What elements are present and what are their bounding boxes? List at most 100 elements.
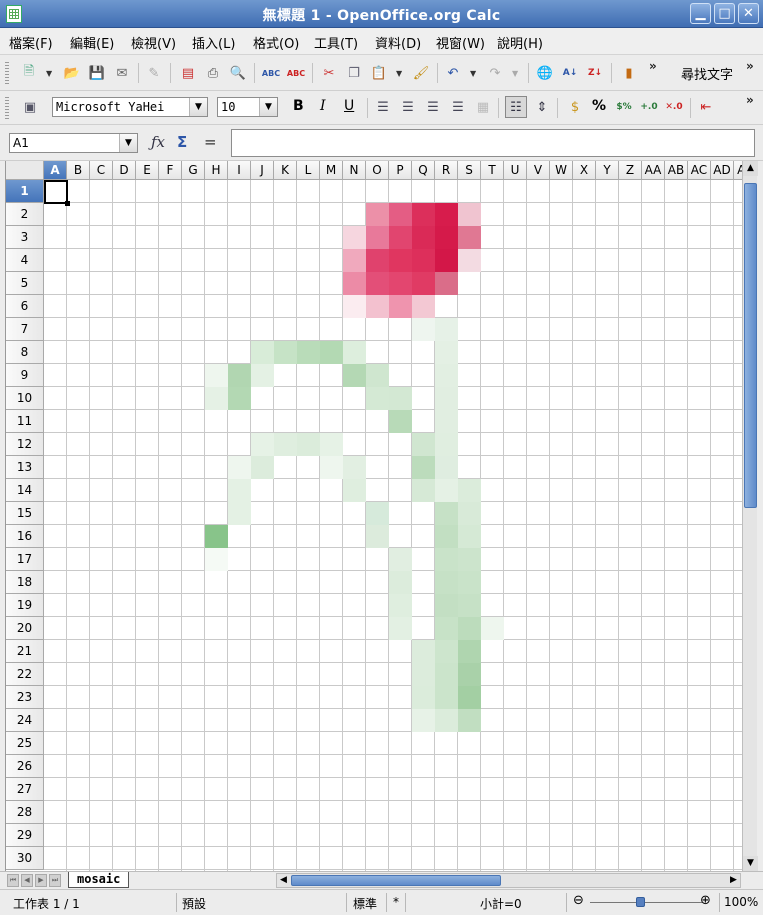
filled-cell-R19[interactable] — [435, 594, 458, 617]
filled-cell-R20[interactable] — [435, 617, 458, 640]
filled-cell-R17[interactable] — [435, 548, 458, 571]
filled-cell-S21[interactable] — [458, 640, 481, 663]
row-header-9[interactable]: 9 — [6, 364, 44, 387]
filled-cell-H16[interactable] — [205, 525, 228, 548]
filled-cell-P5[interactable] — [389, 272, 412, 295]
row-header-10[interactable]: 10 — [6, 387, 44, 410]
row-header-22[interactable]: 22 — [6, 663, 44, 686]
wrap-text-icon[interactable]: ☷ — [505, 96, 527, 118]
open-folder-icon[interactable]: 📂 — [63, 64, 81, 82]
add-decimal-icon[interactable]: +.0 — [640, 98, 658, 116]
scroll-left-icon[interactable]: ◀ — [277, 874, 290, 887]
filled-cell-P11[interactable] — [389, 410, 412, 433]
standard-number-icon[interactable]: $% — [615, 98, 633, 116]
filled-cell-R5[interactable] — [435, 272, 458, 295]
next-sheet-icon[interactable]: ▶ — [35, 874, 47, 887]
filled-cell-R15[interactable] — [435, 502, 458, 525]
row-header-19[interactable]: 19 — [6, 594, 44, 617]
close-button[interactable]: ✕ — [738, 3, 759, 24]
hyperlink-icon[interactable]: 🌐 — [536, 64, 554, 82]
filled-cell-P2[interactable] — [389, 203, 412, 226]
filled-cell-R9[interactable] — [435, 364, 458, 387]
scroll-right-icon[interactable]: ▶ — [727, 874, 740, 887]
column-header-Y[interactable]: Y — [596, 161, 619, 180]
column-header-W[interactable]: W — [550, 161, 573, 180]
filled-cell-N3[interactable] — [343, 226, 366, 249]
row-header-14[interactable]: 14 — [6, 479, 44, 502]
filled-cell-O16[interactable] — [366, 525, 389, 548]
chevron-down-icon[interactable]: ▼ — [189, 98, 207, 116]
filled-cell-R14[interactable] — [435, 479, 458, 502]
filled-cell-T20[interactable] — [481, 617, 504, 640]
row-header-11[interactable]: 11 — [6, 410, 44, 433]
filled-cell-S3[interactable] — [458, 226, 481, 249]
filled-cell-J12[interactable] — [251, 433, 274, 456]
row-header-6[interactable]: 6 — [6, 295, 44, 318]
column-header-K[interactable]: K — [274, 161, 297, 180]
align-left-icon[interactable]: ☰ — [374, 98, 392, 116]
row-header-28[interactable]: 28 — [6, 801, 44, 824]
scroll-down-icon[interactable]: ▼ — [743, 856, 758, 871]
menu-window[interactable]: 視窗(W) — [436, 33, 485, 52]
autospellcheck-icon[interactable]: ABC — [287, 64, 305, 82]
export-pdf-icon[interactable]: ▤ — [179, 64, 197, 82]
column-header-G[interactable]: G — [182, 161, 205, 180]
row-header-27[interactable]: 27 — [6, 778, 44, 801]
filled-cell-P3[interactable] — [389, 226, 412, 249]
row-header-4[interactable]: 4 — [6, 249, 44, 272]
vertical-scrollbar[interactable]: ▲ ▼ — [742, 161, 758, 871]
zoom-level[interactable]: 100% — [724, 895, 758, 909]
name-box[interactable]: A1 ▼ — [9, 133, 138, 153]
row-header-25[interactable]: 25 — [6, 732, 44, 755]
filled-cell-R4[interactable] — [435, 249, 458, 272]
sheet-tab-mosaic[interactable]: mosaic — [68, 872, 130, 888]
filled-cell-M8[interactable] — [320, 341, 343, 364]
currency-format-icon[interactable]: $ — [566, 98, 584, 116]
row-header-1[interactable]: 1 — [6, 180, 44, 203]
filled-cell-Q24[interactable] — [412, 709, 435, 732]
print-icon[interactable]: ⎙ — [204, 64, 222, 82]
clone-formatting-icon[interactable]: 🖌 — [412, 64, 430, 82]
decrease-indent-icon[interactable]: ⇤ — [697, 98, 715, 116]
filled-cell-I15[interactable] — [228, 502, 251, 525]
filled-cell-O4[interactable] — [366, 249, 389, 272]
filled-cell-J9[interactable] — [251, 364, 274, 387]
find-toolbar-overflow-icon[interactable]: » — [746, 59, 754, 73]
redo-icon[interactable]: ↷ — [486, 64, 504, 82]
column-header-R[interactable]: R — [435, 161, 458, 180]
column-header-AB[interactable]: AB — [665, 161, 688, 180]
horizontal-scrollbar[interactable]: ◀ ▶ — [276, 873, 741, 888]
filled-cell-Q22[interactable] — [412, 663, 435, 686]
row-header-30[interactable]: 30 — [6, 847, 44, 870]
sum-button[interactable]: Σ — [177, 133, 187, 151]
filled-cell-R11[interactable] — [435, 410, 458, 433]
filled-cell-Q23[interactable] — [412, 686, 435, 709]
filled-cell-R10[interactable] — [435, 387, 458, 410]
filled-cell-I10[interactable] — [228, 387, 251, 410]
filled-cell-Q21[interactable] — [412, 640, 435, 663]
filled-cell-P17[interactable] — [389, 548, 412, 571]
row-header-24[interactable]: 24 — [6, 709, 44, 732]
column-header-A[interactable]: A — [44, 161, 67, 180]
filled-cell-S17[interactable] — [458, 548, 481, 571]
filled-cell-Q2[interactable] — [412, 203, 435, 226]
column-header-L[interactable]: L — [297, 161, 320, 180]
filled-cell-R2[interactable] — [435, 203, 458, 226]
filled-cell-N5[interactable] — [343, 272, 366, 295]
horizontal-scroll-thumb[interactable] — [291, 875, 501, 886]
column-header-U[interactable]: U — [504, 161, 527, 180]
cut-icon[interactable]: ✂ — [320, 64, 338, 82]
filled-cell-N4[interactable] — [343, 249, 366, 272]
scroll-up-icon[interactable]: ▲ — [743, 161, 758, 176]
filled-cell-P6[interactable] — [389, 295, 412, 318]
menu-view[interactable]: 檢視(V) — [131, 33, 176, 52]
menu-data[interactable]: 資料(D) — [375, 33, 421, 52]
filled-cell-M13[interactable] — [320, 456, 343, 479]
new-dropdown-icon[interactable]: ▼ — [46, 69, 52, 78]
row-header-17[interactable]: 17 — [6, 548, 44, 571]
underline-button[interactable]: U — [344, 98, 354, 114]
menu-tools[interactable]: 工具(T) — [314, 33, 358, 52]
filled-cell-R18[interactable] — [435, 571, 458, 594]
filled-cell-O10[interactable] — [366, 387, 389, 410]
maximize-button[interactable]: □ — [714, 3, 735, 24]
